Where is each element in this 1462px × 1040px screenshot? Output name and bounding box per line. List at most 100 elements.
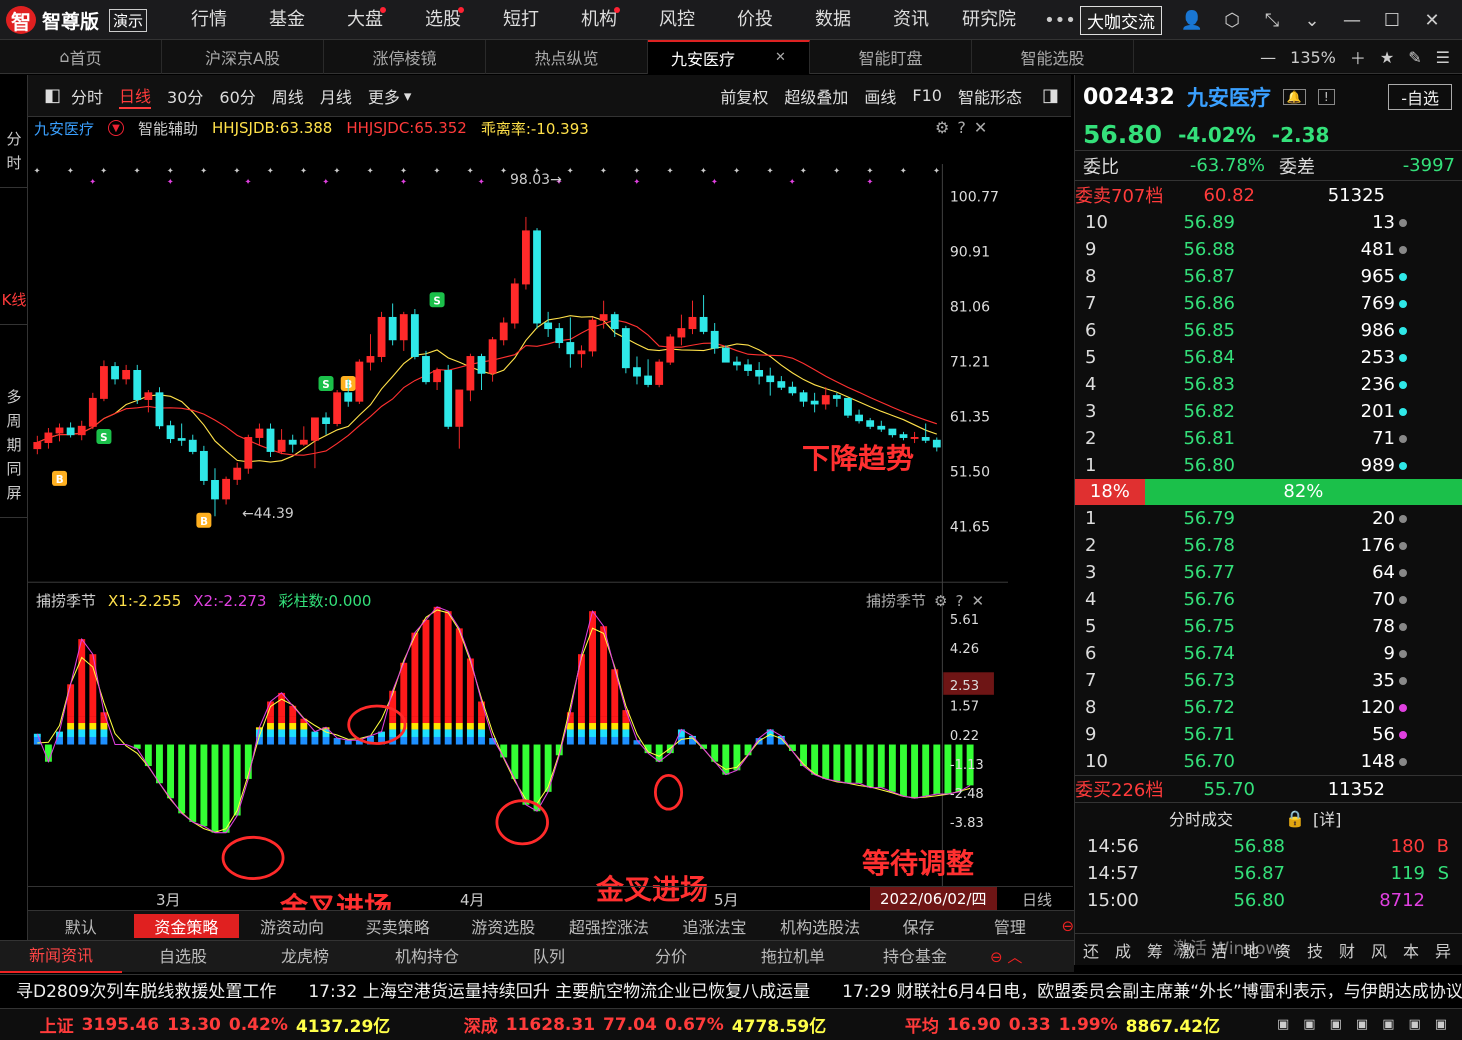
period-5[interactable]: 月线: [320, 84, 352, 108]
chart-icon[interactable]: ▣: [1382, 1017, 1394, 1032]
more-icon[interactable]: •••: [1040, 10, 1080, 31]
app-logo[interactable]: 智 智尊版 演示: [6, 5, 148, 35]
info-tab[interactable]: 还: [1075, 938, 1107, 962]
bottom-tab-1[interactable]: 自选股: [122, 942, 244, 972]
strategy-6[interactable]: 追涨法宝: [662, 914, 768, 938]
menu-item[interactable]: 机构: [560, 0, 638, 40]
menu-item[interactable]: 行情: [170, 0, 248, 40]
strategy-5[interactable]: 超强控涨法: [556, 914, 662, 938]
tool-4[interactable]: 智能形态: [958, 84, 1022, 108]
news-ticker[interactable]: 寻D2809次列车脱线救援处置工作 17:32 上海空港货运量持续回升 主要航空物…: [0, 974, 1462, 1008]
side-panel-icon[interactable]: ◨: [1042, 85, 1059, 106]
strategy-7[interactable]: 机构选股法: [767, 914, 873, 938]
chevron-down-icon[interactable]: ▼: [108, 120, 125, 136]
close-icon[interactable]: ✕: [1412, 10, 1452, 31]
info-tab[interactable]: 异: [1427, 938, 1459, 962]
menu-item[interactable]: 研究院: [950, 0, 1028, 40]
period-4[interactable]: 周线: [272, 84, 304, 108]
trades-title[interactable]: 分时成交: [1169, 806, 1233, 830]
index-quote[interactable]: 平均 16.90 0.33 1.99% 8867.42亿: [860, 1012, 1265, 1038]
shrink-icon[interactable]: ⤡: [1252, 10, 1292, 31]
bottom-tab-4[interactable]: 队列: [488, 942, 610, 972]
user-icon[interactable]: 👤: [1172, 10, 1212, 31]
news-item[interactable]: 寻D2809次列车脱线救援处置工作: [16, 982, 276, 1002]
settings-icon[interactable]: ▣: [1356, 1017, 1368, 1032]
bottom-tab-3[interactable]: 机构持仓: [366, 942, 488, 972]
strategy-0[interactable]: 默认: [28, 914, 134, 938]
info-tab[interactable]: 本: [1395, 938, 1427, 962]
strategy-4[interactable]: 游资选股: [451, 914, 557, 938]
minimize-icon[interactable]: —: [1332, 10, 1372, 31]
expand-icon[interactable]: ⊖ ︿: [990, 946, 1022, 967]
bottom-tab-7[interactable]: 持仓基金: [854, 942, 976, 972]
bottom-tab-6[interactable]: 拖拉机单: [732, 942, 854, 972]
mode-kline[interactable]: K线: [0, 188, 28, 325]
period-3[interactable]: 60分: [219, 84, 255, 108]
vip-chat-button[interactable]: 大咖交流: [1080, 5, 1162, 35]
menu-item[interactable]: 数据: [794, 0, 872, 40]
period-2[interactable]: 30分: [167, 84, 203, 108]
tab-item[interactable]: 热点纵览: [486, 39, 648, 74]
message-icon[interactable]: ▣: [1303, 1017, 1315, 1032]
panel-toggle-icon[interactable]: ◧: [44, 85, 61, 106]
menu-item[interactable]: 基金: [248, 0, 326, 40]
info-tab[interactable]: 成: [1107, 938, 1139, 962]
tab-item[interactable]: 九安医疗 ✕: [648, 39, 810, 74]
assist-label[interactable]: 智能辅助: [138, 118, 198, 139]
kline-chart[interactable]: ✦ ✦ ✦ ✦ ✦ ✦ ✦ ✦ ✦ ✦ ✦ ✦ ✦ ✦ ✦ ✦ ✦ ✦ ✦ ✦ ✦ ✦ ✦ ✦ ✦ ✦ ✦ ✦✦ ✦ ✦ ✦ ✦ ✦ ✦ ✦ ✦ ✦ ✦S…: [28, 140, 1008, 910]
tool-0[interactable]: 前复权: [720, 84, 768, 108]
trades-detail-link[interactable]: [详]: [1313, 806, 1342, 830]
tool-1[interactable]: 超级叠加: [784, 84, 848, 108]
strategy-8[interactable]: 保存: [873, 914, 964, 938]
menu-item[interactable]: 短打: [482, 0, 560, 40]
tab-item[interactable]: ⌂ 首页: [0, 39, 162, 74]
info-tab[interactable]: 技: [1299, 938, 1331, 962]
info-tab[interactable]: 筹: [1139, 938, 1171, 962]
strategy-3[interactable]: 买卖策略: [345, 914, 451, 938]
close-tab-icon[interactable]: ✕: [775, 50, 786, 65]
tab-item[interactable]: 智能选股: [972, 39, 1134, 74]
window-icon[interactable]: ▣: [1435, 1017, 1447, 1032]
bottom-tab-2[interactable]: 龙虎榜: [244, 942, 366, 972]
demo-badge[interactable]: 演示: [109, 8, 148, 32]
maximize-icon[interactable]: ☐: [1372, 10, 1412, 31]
menu-item[interactable]: 风控: [638, 0, 716, 40]
strategy-2[interactable]: 游资动向: [239, 914, 345, 938]
index-quote[interactable]: 上证 3195.46 13.30 0.42% 4137.29亿: [0, 1012, 430, 1038]
gear-icon[interactable]: ⚙: [934, 592, 947, 610]
period-6[interactable]: 更多: [368, 84, 400, 108]
close-icon[interactable]: ✕: [971, 592, 984, 610]
bell-icon[interactable]: ▣: [1330, 1017, 1342, 1032]
help-icon[interactable]: ?: [957, 118, 966, 137]
alert-icon[interactable]: !: [1317, 89, 1335, 105]
collapse-icon[interactable]: ⊖: [1061, 917, 1074, 935]
menu-item[interactable]: 大盘: [326, 0, 404, 40]
watchlist-button[interactable]: -自选: [1388, 84, 1452, 110]
bell-icon[interactable]: 🔔: [1282, 89, 1306, 105]
pen-icon[interactable]: ✎: [1408, 48, 1421, 67]
menu-item[interactable]: 资讯: [872, 0, 950, 40]
mode-multiperiod[interactable]: 多周期同屏: [0, 325, 28, 518]
period-1[interactable]: 日线: [119, 83, 152, 109]
more-dropdown-icon[interactable]: ▾: [404, 87, 412, 105]
gear-icon[interactable]: ⚙: [935, 118, 949, 137]
index-quote[interactable]: 深成 11628.31 77.04 0.67% 4778.59亿: [430, 1012, 860, 1038]
tab-item[interactable]: 智能盯盘: [810, 39, 972, 74]
zoom-in-icon[interactable]: ＋: [1350, 45, 1366, 69]
menu-item[interactable]: 价投: [716, 0, 794, 40]
calendar-icon[interactable]: ▣: [1277, 1017, 1289, 1032]
info-tab[interactable]: 财: [1331, 938, 1363, 962]
info-tab[interactable]: 风: [1363, 938, 1395, 962]
news-item[interactable]: 17:29 财联社6月4日电，欧盟委员会副主席兼“外长”博雷利表示，与伊朗达成协…: [842, 982, 1462, 1002]
tool-3[interactable]: F10: [912, 86, 942, 105]
bottom-tab-0[interactable]: 新闻资讯: [0, 941, 122, 973]
monitor-icon[interactable]: ▣: [1408, 1017, 1420, 1032]
strategy-1[interactable]: 资金策略: [133, 913, 240, 938]
close-icon[interactable]: ✕: [974, 118, 987, 137]
tab-item[interactable]: 涨停棱镜: [324, 39, 486, 74]
menu-item[interactable]: 选股: [404, 0, 482, 40]
period-0[interactable]: 分时: [71, 84, 103, 108]
tool-2[interactable]: 画线: [864, 84, 896, 108]
dropdown-icon[interactable]: ⌄: [1292, 10, 1332, 31]
settings-icon[interactable]: ⬡: [1212, 10, 1252, 31]
